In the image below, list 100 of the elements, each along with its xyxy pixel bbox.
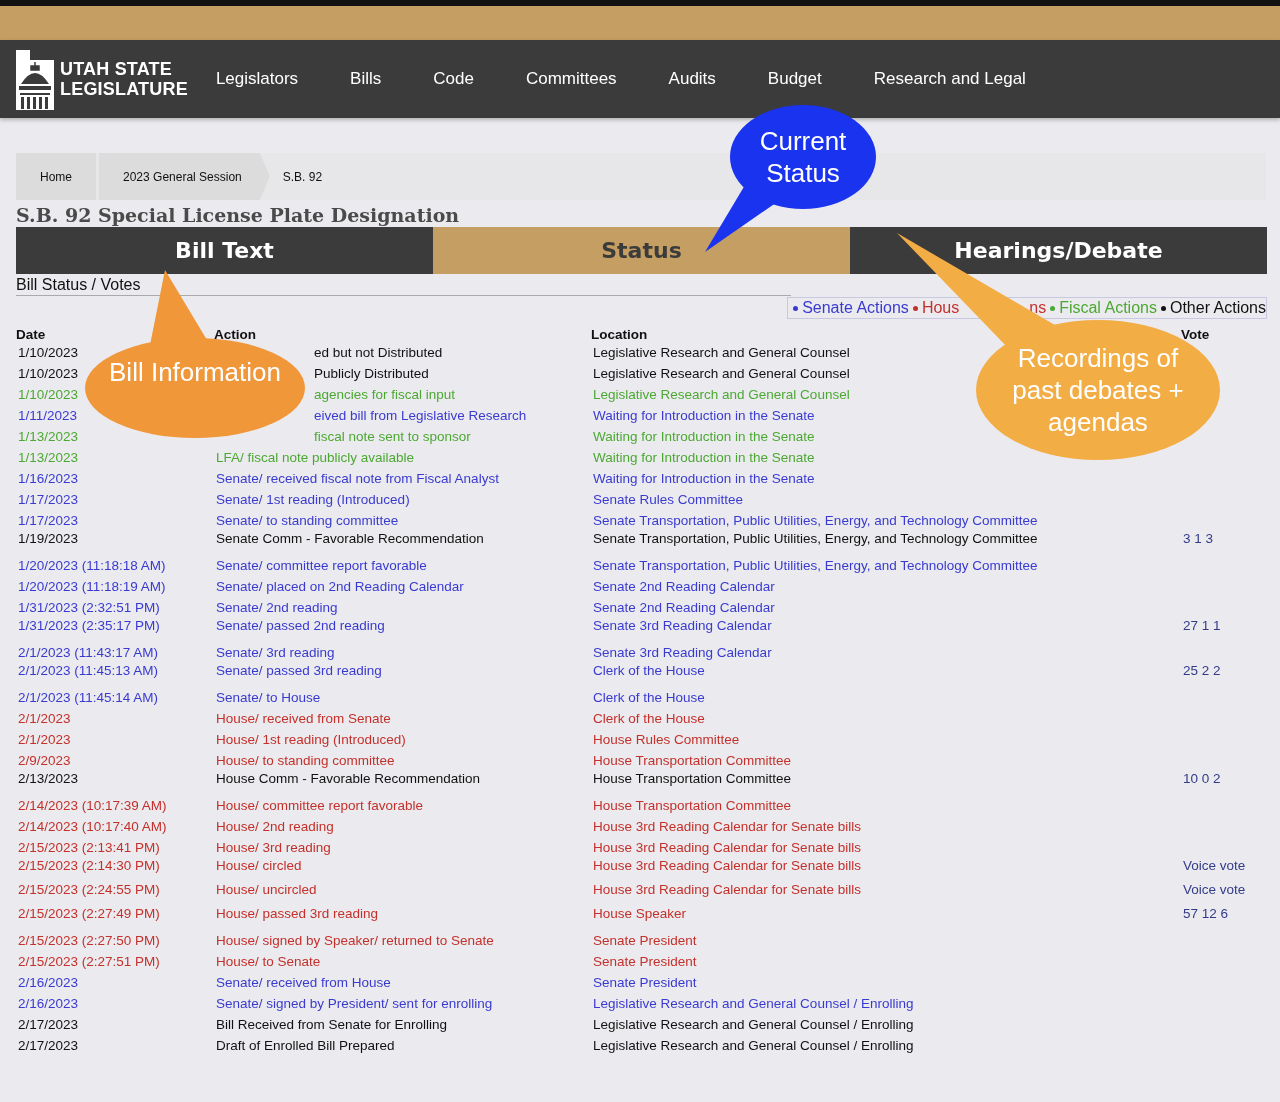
action-cell: Publicly Distributed bbox=[314, 366, 429, 381]
action-cell: Senate/ placed on 2nd Reading Calendar bbox=[216, 579, 464, 594]
date-cell: 2/1/2023 bbox=[18, 711, 71, 726]
tab[interactable]: Bill Text bbox=[16, 227, 433, 274]
location-cell[interactable]: House Transportation Committee bbox=[593, 753, 792, 768]
legend-label: Hous bbox=[921, 299, 960, 317]
location-cell[interactable]: Senate President bbox=[593, 933, 697, 948]
tab[interactable]: Hearings/Debate bbox=[850, 227, 1267, 274]
breadcrumb-item[interactable]: Home bbox=[16, 153, 96, 200]
location-cell[interactable]: Legislative Research and General Counsel bbox=[593, 345, 850, 360]
date-cell: 1/10/2023 bbox=[18, 345, 79, 360]
callout-text: Recordings of past debates + agendas bbox=[1011, 342, 1185, 438]
action-cell: Senate/ passed 2nd reading bbox=[216, 618, 385, 633]
location-cell[interactable]: Legislative Research and General Counsel bbox=[593, 366, 850, 381]
vote-link[interactable]: Voice vote bbox=[1183, 858, 1246, 873]
capitol-logo-icon[interactable] bbox=[16, 48, 54, 110]
location-cell[interactable]: House Transportation Committee bbox=[593, 798, 792, 813]
date-cell: 2/1/2023 (11:45:13 AM) bbox=[18, 663, 159, 678]
breadcrumb-item[interactable]: S.B. 92 bbox=[272, 153, 347, 200]
action-cell: House/ to Senate bbox=[216, 954, 321, 969]
location-cell[interactable]: Senate Transportation, Public Utilities, Energy, and Technology Committee bbox=[593, 531, 1038, 546]
date-cell: 1/31/2023 (2:35:17 PM) bbox=[18, 618, 160, 633]
action-cell: House/ received from Senate bbox=[216, 711, 391, 726]
column-header: Location bbox=[591, 327, 649, 342]
date-cell: 2/14/2023 (10:17:40 AM) bbox=[18, 819, 167, 834]
legend-label: Other Actions bbox=[1169, 299, 1266, 317]
action-cell: Senate Comm - Favorable Recommendation bbox=[216, 531, 484, 546]
location-cell[interactable]: Senate President bbox=[593, 954, 697, 969]
date-cell: 2/16/2023 bbox=[18, 996, 79, 1011]
location-cell[interactable]: Senate Transportation, Public Utilities, Energy, and Technology Committee bbox=[593, 558, 1038, 573]
action-cell: House/ passed 3rd reading bbox=[216, 906, 379, 921]
callout-text: Bill Information bbox=[108, 356, 282, 388]
location-cell[interactable]: Waiting for Introduction in the Senate bbox=[593, 471, 815, 486]
nav-link[interactable]: Code bbox=[433, 69, 474, 89]
action-cell: Senate/ committee report favorable bbox=[216, 558, 427, 573]
bill-title: S.B. 92 Special License Plate Designation bbox=[16, 204, 461, 226]
location-cell[interactable]: House Transportation Committee bbox=[593, 771, 792, 786]
location-cell[interactable]: Senate President bbox=[593, 975, 697, 990]
date-cell: 2/16/2023 bbox=[18, 975, 79, 990]
location-cell[interactable]: Senate 3rd Reading Calendar bbox=[593, 645, 772, 660]
date-cell: 1/17/2023 bbox=[18, 492, 79, 507]
location-cell[interactable]: Legislative Research and General Counsel / Enrolling bbox=[593, 996, 914, 1011]
nav-link[interactable]: Committees bbox=[525, 69, 617, 89]
legend-label: Senate Actions bbox=[802, 299, 909, 317]
location-cell[interactable]: House 3rd Reading Calendar for Senate bills bbox=[593, 819, 861, 834]
action-cell: House/ 3rd reading bbox=[216, 840, 331, 855]
site-logo-text[interactable]: UTAH STATE LEGISLATURE bbox=[60, 59, 188, 99]
action-cell: House/ circled bbox=[216, 858, 302, 873]
action-cell: Senate/ passed 3rd reading bbox=[216, 663, 382, 678]
location-cell[interactable]: Legislative Research and General Counsel / Enrolling bbox=[593, 1038, 914, 1053]
location-cell[interactable]: House Rules Committee bbox=[593, 732, 740, 747]
tab[interactable]: Status bbox=[433, 227, 850, 274]
date-cell: 2/15/2023 (2:27:50 PM) bbox=[18, 933, 160, 948]
location-cell[interactable]: Senate 2nd Reading Calendar bbox=[593, 600, 775, 615]
location-cell[interactable]: Legislative Research and General Counsel / Enrolling bbox=[593, 1017, 914, 1032]
vote-link[interactable]: 27 1 1 bbox=[1183, 618, 1221, 633]
action-cell: Senate/ signed by President/ sent for enrolling bbox=[216, 996, 493, 1011]
location-cell[interactable]: House 3rd Reading Calendar for Senate bills bbox=[593, 882, 861, 897]
action-cell: Senate/ 2nd reading bbox=[216, 600, 338, 615]
location-cell[interactable]: Clerk of the House bbox=[593, 663, 705, 678]
vote-link[interactable]: 57 12 6 bbox=[1183, 906, 1229, 921]
date-cell: 2/15/2023 (2:14:30 PM) bbox=[18, 858, 160, 873]
vote-link[interactable]: 3 1 3 bbox=[1183, 531, 1214, 546]
breadcrumb-item[interactable]: 2023 General Session bbox=[99, 153, 270, 200]
nav-link[interactable]: Budget bbox=[767, 69, 822, 89]
location-cell[interactable]: House 3rd Reading Calendar for Senate bills bbox=[593, 840, 861, 855]
nav-link[interactable]: Bills bbox=[350, 69, 382, 89]
location-cell[interactable]: Senate 2nd Reading Calendar bbox=[593, 579, 775, 594]
nav-link[interactable]: Legislators bbox=[215, 69, 299, 89]
vote-link[interactable]: 10 0 2 bbox=[1183, 771, 1221, 786]
location-cell[interactable]: House 3rd Reading Calendar for Senate bills bbox=[593, 858, 861, 873]
location-cell[interactable]: Clerk of the House bbox=[593, 711, 705, 726]
column-header: Action bbox=[214, 327, 257, 342]
action-cell: ed but not Distributed bbox=[314, 345, 443, 360]
action-cell: Senate/ 1st reading (Introduced) bbox=[216, 492, 410, 507]
action-cell: Bill Received from Senate for Enrolling bbox=[216, 1017, 448, 1032]
date-cell: 1/13/2023 bbox=[18, 429, 79, 444]
action-cell: Draft of Enrolled Bill Prepared bbox=[216, 1038, 395, 1053]
date-cell: 2/15/2023 (2:13:41 PM) bbox=[18, 840, 160, 855]
date-cell: 2/17/2023 bbox=[18, 1017, 79, 1032]
date-cell: 2/1/2023 (11:43:17 AM) bbox=[18, 645, 159, 660]
action-cell: fiscal note sent to sponsor bbox=[314, 429, 471, 444]
location-cell[interactable]: Waiting for Introduction in the Senate bbox=[593, 408, 815, 423]
location-cell[interactable]: Clerk of the House bbox=[593, 690, 705, 705]
location-cell[interactable]: Senate Transportation, Public Utilities, Energy, and Technology Committee bbox=[593, 513, 1038, 528]
legend-label: Fiscal Actions bbox=[1059, 299, 1157, 317]
nav-link[interactable]: Audits bbox=[668, 69, 716, 89]
vote-link[interactable]: Voice vote bbox=[1183, 882, 1246, 897]
date-cell: 1/10/2023 bbox=[18, 366, 79, 381]
date-cell: 1/16/2023 bbox=[18, 471, 79, 486]
location-cell[interactable]: Senate 3rd Reading Calendar bbox=[593, 618, 772, 633]
date-cell: 2/15/2023 (2:27:51 PM) bbox=[18, 954, 160, 969]
date-cell: 2/14/2023 (10:17:39 AM) bbox=[18, 798, 167, 813]
action-cell: Senate/ to standing committee bbox=[216, 513, 399, 528]
location-cell[interactable]: House Speaker bbox=[593, 906, 687, 921]
location-cell[interactable]: Senate Rules Committee bbox=[593, 492, 744, 507]
nav-link[interactable]: Research and Legal bbox=[873, 69, 1026, 89]
vote-link[interactable]: 25 2 2 bbox=[1183, 663, 1221, 678]
date-cell: 2/15/2023 (2:24:55 PM) bbox=[18, 882, 160, 897]
action-cell: Senate/ received from House bbox=[216, 975, 391, 990]
